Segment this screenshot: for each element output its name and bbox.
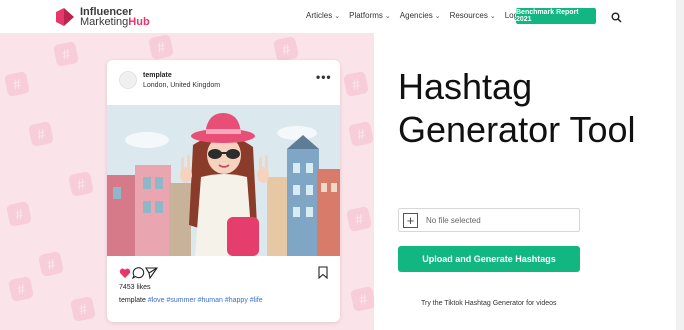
site-logo[interactable]: Influencer MarketingHub bbox=[54, 6, 150, 28]
hashtag-pattern-icon: # bbox=[147, 33, 175, 61]
instagram-post-preview: template London, United Kingdom ••• 7453… bbox=[107, 60, 340, 322]
logo-text-line2: MarketingHub bbox=[80, 16, 150, 28]
hashtag-pattern-icon: # bbox=[27, 120, 55, 148]
hashtag-pattern-icon: # bbox=[345, 205, 373, 233]
hashtag-pattern-icon: # bbox=[272, 35, 300, 63]
bookmark-icon[interactable] bbox=[318, 266, 328, 279]
caption-hashtags[interactable]: #love #summer #human #happy #life bbox=[148, 297, 263, 304]
hashtag-pattern-icon: # bbox=[5, 200, 33, 228]
chevron-down-icon: ⌄ bbox=[384, 12, 391, 20]
nav-item-platforms[interactable]: Platforms ⌄ bbox=[349, 11, 391, 20]
tiktok-generator-link[interactable]: Try the Tiktok Hashtag Generator for vid… bbox=[421, 300, 557, 307]
hashtag-pattern-icon: # bbox=[7, 275, 35, 303]
hashtag-pattern-icon: # bbox=[349, 285, 374, 313]
hashtag-pattern-icon: # bbox=[69, 295, 97, 323]
search-icon[interactable] bbox=[611, 10, 622, 23]
post-username: template bbox=[143, 72, 172, 79]
hashtag-pattern-icon: # bbox=[52, 40, 80, 68]
nav-item-agencies[interactable]: Agencies ⌄ bbox=[400, 11, 441, 20]
chevron-down-icon: ⌄ bbox=[489, 12, 496, 20]
nav-item-resources[interactable]: Resources ⌄ bbox=[450, 11, 496, 20]
post-location: London, United Kingdom bbox=[143, 82, 221, 89]
chevron-down-icon: ⌄ bbox=[334, 12, 341, 20]
main-nav: Articles ⌄ Platforms ⌄ Agencies ⌄ Resources… bbox=[306, 11, 533, 20]
avatar bbox=[119, 71, 137, 89]
logo-mark-icon bbox=[54, 6, 76, 28]
post-image bbox=[107, 105, 340, 256]
site-header: Influencer MarketingHub Articles ⌄ Platfo… bbox=[0, 0, 684, 33]
hashtag-pattern-icon: # bbox=[3, 70, 31, 98]
add-file-icon[interactable]: + bbox=[403, 213, 418, 228]
file-input-placeholder: No file selected bbox=[426, 216, 481, 225]
file-input[interactable]: + No file selected bbox=[398, 208, 580, 232]
heart-icon bbox=[119, 268, 131, 278]
benchmark-report-button[interactable]: Benchmark Report 2021 bbox=[516, 8, 596, 24]
nav-item-articles[interactable]: Articles ⌄ bbox=[306, 11, 340, 20]
hashtag-pattern-icon: # bbox=[347, 120, 374, 148]
post-actions bbox=[119, 266, 329, 280]
post-caption: template #love #summer #human #happy #li… bbox=[119, 297, 263, 304]
page-scrollbar[interactable] bbox=[676, 0, 684, 330]
chevron-down-icon: ⌄ bbox=[434, 12, 441, 20]
page-title: Hashtag Generator Tool bbox=[398, 66, 636, 150]
hashtag-pattern-icon: # bbox=[37, 250, 65, 278]
caption-username: template bbox=[119, 297, 146, 304]
comment-icon bbox=[131, 267, 145, 280]
likes-count: 7453 likes bbox=[119, 284, 151, 291]
hashtag-pattern-icon: # bbox=[342, 70, 370, 98]
more-options-icon[interactable]: ••• bbox=[316, 70, 332, 84]
upload-generate-button[interactable]: Upload and Generate Hashtags bbox=[398, 246, 580, 272]
hashtag-pattern-icon: # bbox=[67, 170, 95, 198]
share-icon bbox=[145, 267, 159, 280]
